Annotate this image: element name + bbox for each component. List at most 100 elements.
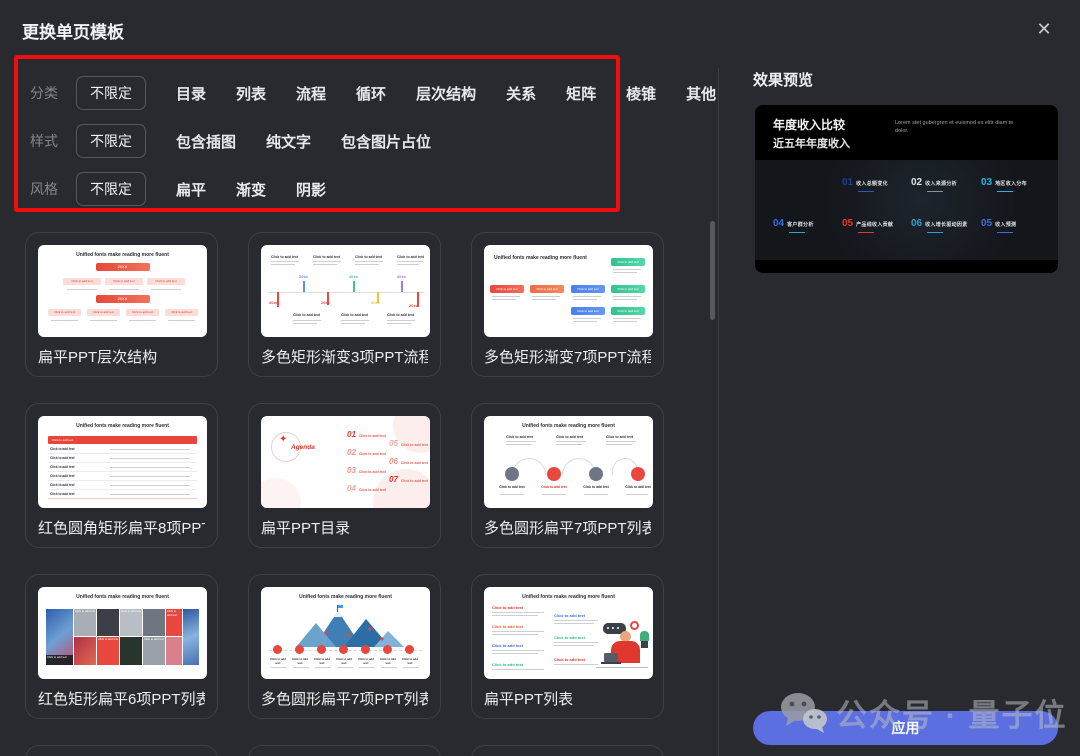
thumb-year-bar: 20XX: [96, 295, 150, 303]
template-title: 扁平PPT目录: [261, 517, 428, 538]
filter-chip-unlimited[interactable]: 不限定: [76, 124, 146, 158]
filter-panel: 分类 不限定 目录 列表 流程 循环 层次结构 关系 矩阵 棱锥 其他 样式 不…: [14, 55, 620, 212]
template-card[interactable]: Unified fonts make reading more fluent: [248, 574, 441, 719]
thumb-pill: Click to add text: [611, 285, 645, 293]
thumb-title: Unified fonts make reading more fluent: [38, 594, 207, 600]
template-title: 红色矩形扁平6项PPT列表: [38, 688, 205, 709]
template-grid: Unified fonts make reading more fluent 2…: [25, 232, 664, 756]
thumb-text: Click to add text: [334, 657, 354, 665]
thumb-year: 20xx: [321, 300, 330, 305]
mosaic-tile: Click to add text: [97, 637, 119, 665]
mosaic-tile: [97, 609, 119, 636]
laptop-screen: [604, 653, 618, 662]
change-template-modal: 更换单页模板 ✕ 分类 不限定 目录 列表 流程 循环 层次结构 关系 矩阵 棱…: [0, 0, 1080, 756]
template-thumbnail: Unified fonts make reading more fluent C…: [484, 245, 653, 337]
filter-option[interactable]: 渐变: [236, 179, 266, 200]
mosaic-tile: [183, 609, 199, 665]
thumb-text: Click to add text: [606, 435, 633, 439]
thumb-text: Click to add text: [506, 435, 533, 439]
mosaic-tile: [120, 637, 142, 665]
filter-chip-unlimited[interactable]: 不限定: [76, 172, 146, 206]
filter-option[interactable]: 目录: [176, 83, 206, 104]
template-thumbnail: Unified fonts make reading more fluent C…: [38, 587, 207, 679]
thumb-year: 20xx: [409, 303, 418, 308]
filter-option[interactable]: 纯文字: [266, 131, 311, 152]
slide-body: 01收入总额变化 02收入来源分析 03地区收入分布 04客户群分析 05产品线…: [755, 160, 1058, 260]
thumb-box: Click to add text: [165, 309, 198, 316]
thumb-year: 20xx: [269, 300, 278, 305]
thumb-year: 20xx: [371, 300, 380, 305]
mosaic-tile: [143, 609, 165, 636]
filter-label: 风格: [30, 179, 64, 199]
agenda-text: Click to add text: [401, 443, 428, 447]
thumb-text: Click to add text: [581, 485, 611, 489]
filter-option[interactable]: 循环: [356, 83, 386, 104]
filter-option[interactable]: 流程: [296, 83, 326, 104]
mosaic-tile: Click to add text: [74, 609, 96, 636]
filter-option[interactable]: 列表: [236, 83, 266, 104]
slide-item: 01收入总额变化: [842, 177, 888, 192]
template-card[interactable]: Unified fonts make reading more fluent 2…: [25, 232, 218, 377]
filter-row-category: 分类 不限定 目录 列表 流程 循环 层次结构 关系 矩阵 棱锥 其他: [30, 71, 616, 115]
filter-option[interactable]: 包含图片占位: [341, 131, 431, 152]
star-icon: ✦: [279, 434, 287, 445]
agenda-num: 01: [347, 430, 356, 439]
filter-option[interactable]: 层次结构: [416, 83, 476, 104]
template-card[interactable]: Unified fonts make reading more fluent C…: [471, 574, 664, 719]
template-card-partial[interactable]: [471, 745, 664, 756]
template-thumbnail: Click to add text Click to add text Clic…: [261, 245, 430, 337]
thumb-text: Click to add text: [312, 657, 332, 665]
template-card[interactable]: Click to add text Click to add text Clic…: [248, 232, 441, 377]
mountain-graphic: [286, 605, 406, 647]
agenda-text: Click to add text: [359, 452, 386, 456]
thumb-text: Click to add text: [556, 435, 583, 439]
thumb-box: Click to add text: [105, 278, 143, 285]
agenda-num: 07: [389, 475, 398, 484]
filter-label: 分类: [30, 83, 64, 103]
thumb-title: Unified fonts make reading more fluent: [38, 423, 207, 429]
close-icon[interactable]: ✕: [1032, 17, 1056, 41]
thumb-year-bar: 20XX: [96, 263, 150, 271]
thumb-text: Click to add text: [271, 255, 298, 259]
apply-button[interactable]: 应用: [753, 711, 1058, 745]
template-card-partial[interactable]: [248, 745, 441, 756]
thumb-box: Click to add text: [48, 309, 81, 316]
filter-option[interactable]: 阴影: [296, 179, 326, 200]
agenda-text: Click to add text: [359, 488, 386, 492]
filter-option[interactable]: 扁平: [176, 179, 206, 200]
thumb-text: Click to add text: [387, 313, 414, 317]
template-card-partial[interactable]: [25, 745, 218, 756]
thumb-text: Click to add text: [378, 657, 398, 665]
thumb-pill: Click to add text: [571, 307, 605, 315]
mosaic-tile: Click to add text: [166, 609, 182, 636]
thumb-pill: Click to add text: [611, 307, 645, 315]
filter-option[interactable]: 关系: [506, 83, 536, 104]
filter-option[interactable]: 棱锥: [626, 83, 656, 104]
thumb-box: Click to add text: [147, 278, 185, 285]
agenda-text: Click to add text: [401, 479, 428, 483]
thumb-text: Click to add text: [623, 485, 653, 489]
thumb-agenda-label: Agenda: [291, 444, 315, 451]
filter-chip-unlimited[interactable]: 不限定: [76, 76, 146, 110]
scrollbar-thumb[interactable]: [710, 221, 715, 320]
thumb-box: Click to add text: [87, 309, 120, 316]
filter-option[interactable]: 其他: [686, 83, 716, 104]
template-title: 扁平PPT层次结构: [38, 346, 205, 367]
thumb-cell: Click to add text: [50, 456, 75, 460]
template-thumbnail: Unified fonts make reading more fluent C…: [484, 587, 653, 679]
filter-option[interactable]: 矩阵: [566, 83, 596, 104]
filter-row-flavor: 风格 不限定 扁平 渐变 阴影: [30, 167, 616, 211]
template-card[interactable]: Unified fonts make reading more fluent C…: [471, 232, 664, 377]
template-card[interactable]: Unified fonts make reading more fluent C…: [25, 403, 218, 548]
agenda-num: 04: [347, 484, 356, 493]
thumb-cell: Click to add text: [50, 447, 75, 451]
template-card[interactable]: Unified fonts make reading more fluent C…: [25, 574, 218, 719]
slide-item: 06收入增长驱动因素: [911, 218, 968, 233]
thumb-text: Click to add text: [492, 643, 523, 648]
thumb-title: Unified fonts make reading more fluent: [494, 255, 587, 261]
template-card[interactable]: Unified fonts make reading more fluent C…: [471, 403, 664, 548]
slide-item: 05收入预测: [981, 218, 1016, 233]
filter-option[interactable]: 包含插图: [176, 131, 236, 152]
template-title: 多色矩形渐变7项PPT流程: [484, 346, 651, 367]
template-card[interactable]: ✦ Agenda 01Click to add text 02Click to …: [248, 403, 441, 548]
